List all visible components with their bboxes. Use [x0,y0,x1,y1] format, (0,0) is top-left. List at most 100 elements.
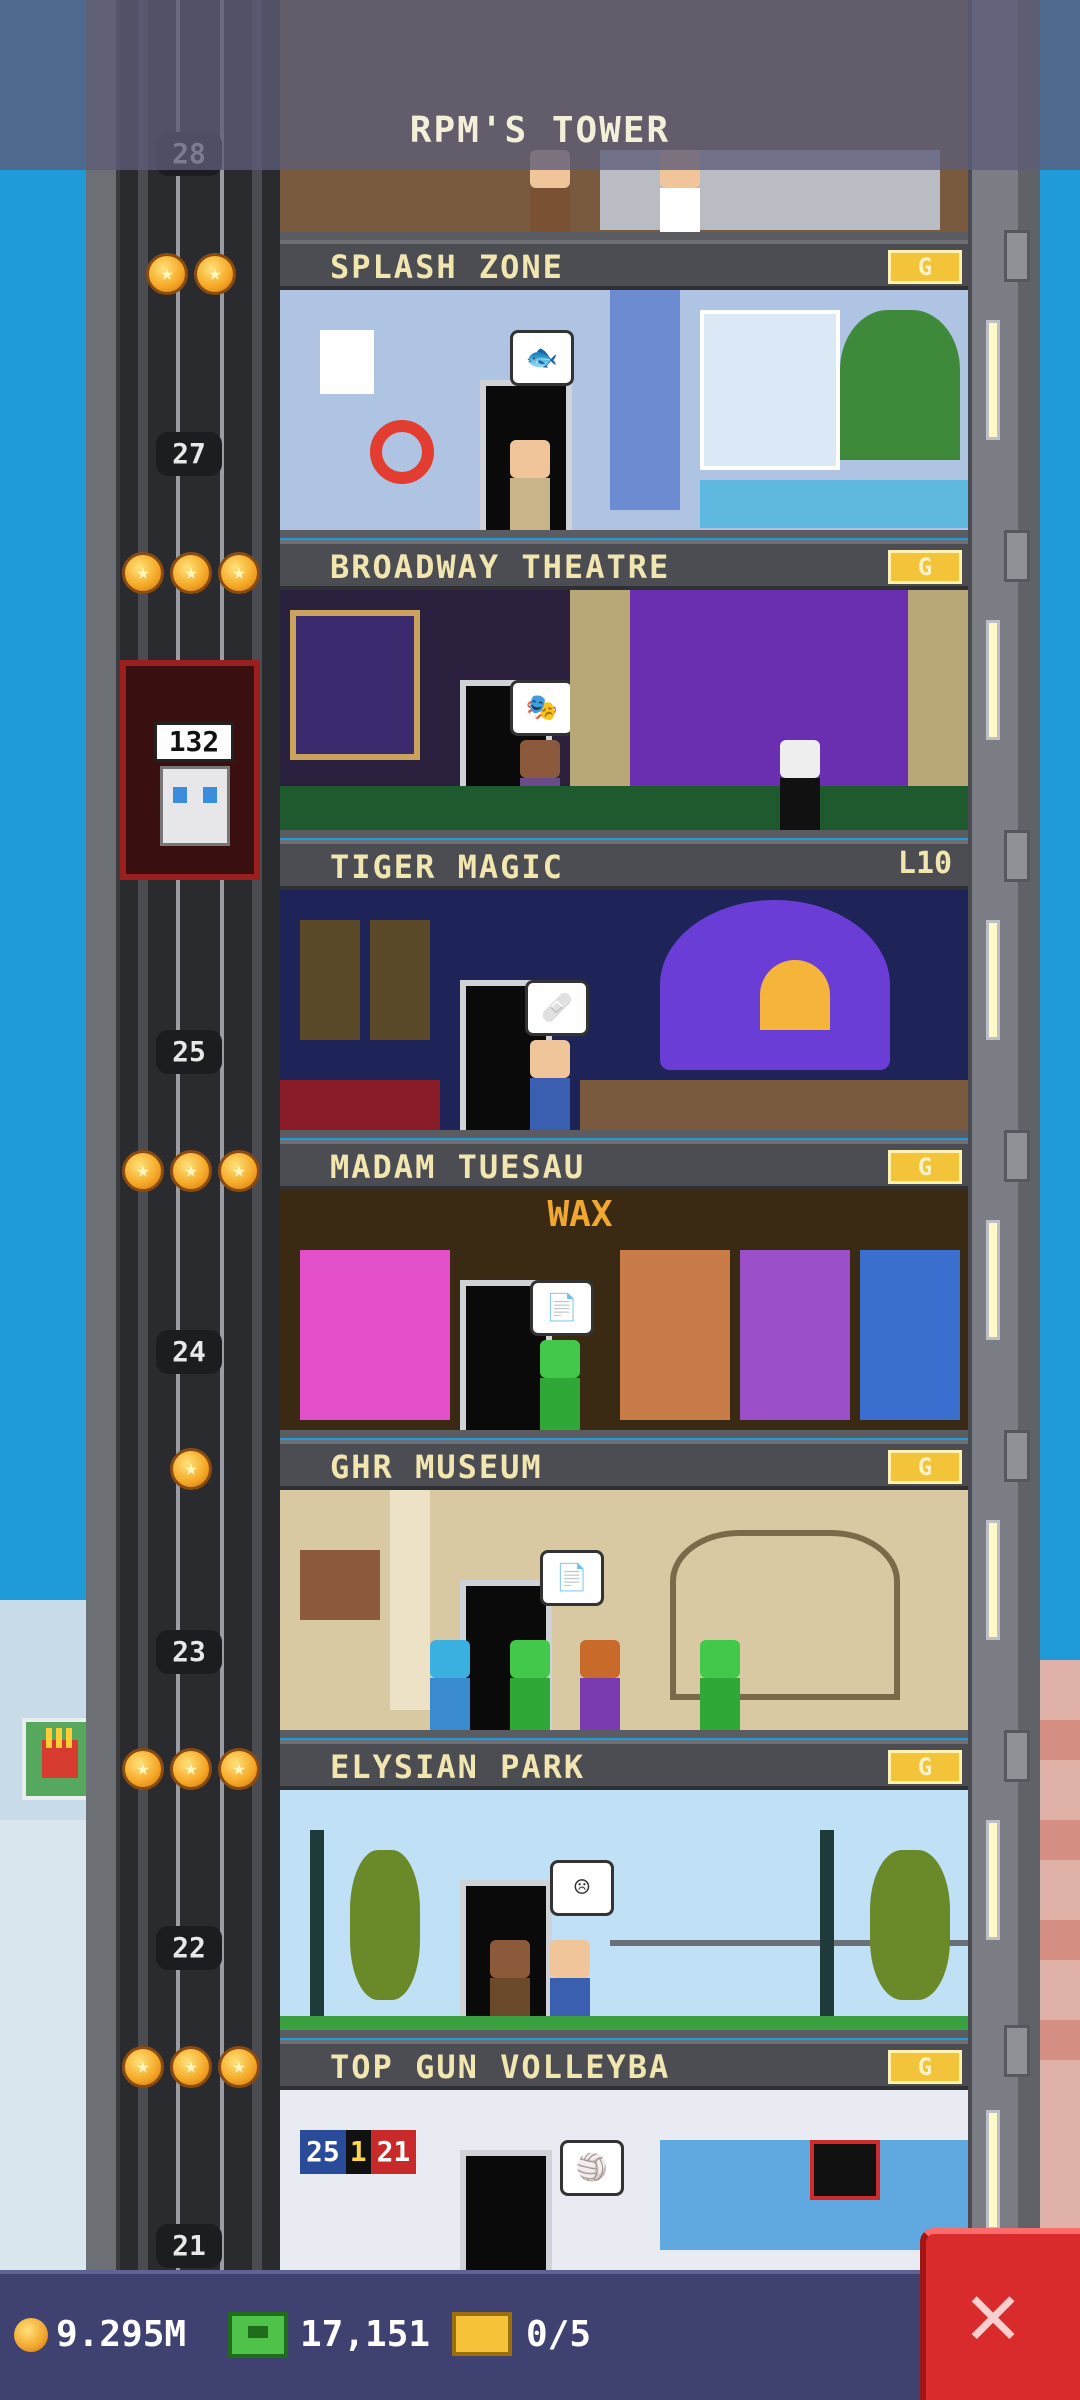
floor-number-27: 27 [156,432,222,476]
score-home: 25 [300,2130,346,2174]
thought-bubble[interactable]: ☹ [550,1860,614,1916]
room-door[interactable] [460,2150,552,2270]
animal-group [580,1080,968,1130]
resident[interactable] [700,1640,740,1730]
tower-bracket [1004,1730,1030,1782]
star-icon: ★ [122,2046,164,2088]
floor-name: BROADWAY THEATRE [330,548,671,586]
resident[interactable] [510,440,550,530]
star-icon: ★ [170,552,212,594]
stars-elysian-park[interactable]: ★ ★ ★ [122,1748,260,1790]
resident[interactable] [530,1040,570,1130]
resident[interactable] [540,1340,580,1430]
fry [66,1728,72,1748]
tower-header: RPM'S TOWER [0,0,1080,170]
coin-icon [14,2318,48,2352]
floor-label: TOP GUN VOLLEYBA G [280,2040,968,2090]
elevator-passenger [160,766,230,846]
tower-bracket [1004,1130,1030,1182]
wall-frame [370,920,430,1040]
coin-balance: 9.295M [56,2314,187,2355]
wax-figure-booth [300,1250,450,1420]
resident[interactable] [430,1640,470,1730]
thought-bubble[interactable]: 📄 [530,1280,594,1336]
floor-status-tag[interactable]: G [888,550,962,584]
star-icon: ★ [170,2046,212,2088]
room-broadway-theatre[interactable]: 🎭 [280,590,968,838]
wax-sign: WAX [547,1194,613,1235]
phantom-performer[interactable] [780,740,820,830]
room-splash-zone[interactable]: 🐟 [280,290,968,538]
tree-icon [870,1850,950,2000]
thought-bubble[interactable]: 🐟 [510,330,574,386]
floor-number-23: 23 [156,1630,222,1674]
tower-wall-left [86,0,120,2270]
resident[interactable] [580,1640,620,1730]
floor-status-tag[interactable]: G [888,1450,962,1484]
tower-window [986,2110,1000,2230]
wall-frame [300,920,360,1040]
stars-splash-zone[interactable]: ★ ★ [146,253,236,295]
thought-bubble[interactable]: 📄 [540,1550,604,1606]
floor-number-24: 24 [156,1330,222,1374]
ticket-icon [452,2312,512,2356]
resident[interactable] [510,1640,550,1730]
room-tiger-magic[interactable]: 🩹 [280,890,968,1138]
grass [280,2016,968,2030]
stars-top-gun-volleyball[interactable]: ★ ★ ★ [122,2046,260,2088]
tower-name[interactable]: RPM'S TOWER [0,110,1080,151]
stars-madam-tuesau[interactable]: ★ ★ ★ [122,1150,260,1192]
score-away: 21 [370,2130,417,2174]
fries-billboard-icon [22,1718,92,1800]
star-icon: ★ [194,253,236,295]
close-button[interactable]: ✕ [920,2228,1080,2400]
thought-bubble[interactable]: 🩹 [525,980,589,1036]
fry [46,1728,52,1748]
star-icon: ★ [218,1150,260,1192]
tower-bracket [1004,1430,1030,1482]
passenger-destination: 132 [154,722,234,762]
floor-number-22: 22 [156,1926,222,1970]
floor-status-tag[interactable]: G [888,1150,962,1184]
floor-status-tag[interactable]: G [888,2050,962,2084]
score-set: 1 [345,2130,371,2174]
elevator-car[interactable]: 132 [120,660,260,880]
floor-label: SPLASH ZONE G [280,240,968,290]
star-icon: ★ [218,1748,260,1790]
room-top-gun-volleyball[interactable]: 25 1 21 🏐 [280,2090,968,2270]
thought-bubble[interactable]: 🎭 [510,680,574,736]
thought-bubble[interactable]: 🏐 [560,2140,624,2196]
room-ghr-museum[interactable]: 📄 [280,1490,968,1738]
floor-name: GHR MUSEUM [330,1448,543,1486]
floor-label: GHR MUSEUM G [280,1440,968,1490]
stars-ghr-museum[interactable]: ★ [170,1448,212,1490]
floor-status-tag[interactable]: G [888,250,962,284]
tower-bracket [1004,530,1030,582]
street-lamp-icon [820,1830,834,2020]
room-elysian-park[interactable]: ☹ [280,1790,968,2038]
star-icon: ★ [122,1150,164,1192]
fry [56,1728,62,1748]
column [390,1490,430,1710]
floor-status-tag[interactable]: G [888,1750,962,1784]
phantom-poster [290,610,420,760]
floor-name: SPLASH ZONE [330,248,564,286]
star-icon: ★ [170,1150,212,1192]
room-madam-tuesau[interactable]: WAX 📄 [280,1190,968,1438]
pillar [610,290,680,510]
tower-window [986,920,1000,1040]
tower-bracket [1004,2025,1030,2077]
floor-level-tag: L10 [897,846,953,881]
stars-broadway-theatre[interactable]: ★ ★ ★ [122,552,260,594]
tower-window [986,620,1000,740]
bux-icon [228,2312,288,2358]
shaft-rail [138,0,148,2270]
scoreboard: 25 1 21 [300,2130,440,2174]
floor-number-25: 25 [156,1030,222,1074]
background-building-left-2 [0,1820,90,2290]
tower-window [986,1820,1000,1940]
floor-name: MADAM TUESAU [330,1148,586,1186]
painting [300,1550,380,1620]
window [700,310,840,470]
floor-label: ELYSIAN PARK G [280,1740,968,1790]
